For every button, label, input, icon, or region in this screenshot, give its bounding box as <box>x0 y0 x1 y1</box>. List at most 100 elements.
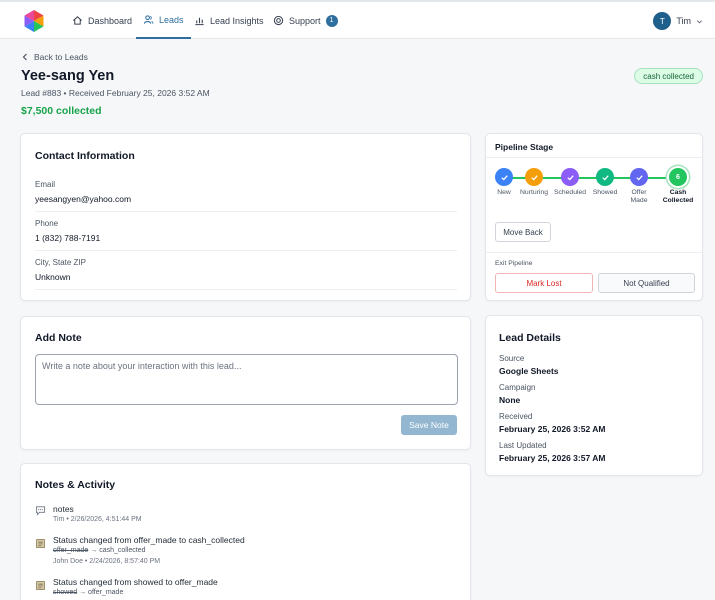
nav-leads[interactable]: Leads <box>136 2 191 39</box>
activity-text: notes <box>53 504 74 514</box>
activity-author: Tim • 2/26/2026, 4:51:44 PM <box>53 516 142 523</box>
detail-last-updated-label: Last Updated <box>499 441 547 450</box>
arrow-icon: → <box>90 547 98 554</box>
back-to-leads-label: Back to Leads <box>34 52 88 62</box>
activity-text: Status changed from showed to offer_made <box>53 577 218 587</box>
detail-campaign-value: None <box>499 395 521 405</box>
contact-city-field: City, State ZIP Unknown <box>35 258 457 290</box>
nav-lead-insights[interactable]: Lead Insights <box>194 2 264 39</box>
collected-amount: $7,500 collected <box>21 105 102 117</box>
lead-meta: Lead #883 • Received February 25, 2026 3… <box>21 88 210 98</box>
lead-details-title: Lead Details <box>499 332 561 344</box>
activity-text: Status changed from offer_made to cash_c… <box>53 535 245 545</box>
notes-activity-card: Notes & Activity notes Tim • 2/26/2026, … <box>20 463 471 600</box>
back-to-leads-link[interactable]: Back to Leads <box>22 52 88 62</box>
new-status: offer_made <box>88 589 124 596</box>
contact-information-card: Contact Information Email yeesangyen@yah… <box>20 133 471 301</box>
stage-offer-made-label: Offer Made <box>630 189 648 204</box>
avatar: T <box>653 12 672 30</box>
contact-city-label: City, State ZIP <box>35 258 86 267</box>
not-qualified-button[interactable]: Not Qualified <box>598 273 695 293</box>
chevron-down-icon <box>696 19 703 23</box>
user-menu[interactable]: T Tim <box>653 12 703 30</box>
old-status: showed <box>53 589 78 596</box>
stage-offer-made-dot <box>630 168 648 186</box>
status-badge: cash collected <box>634 68 703 84</box>
mark-lost-button[interactable]: Mark Lost <box>495 273 593 293</box>
notes-activity-title: Notes & Activity <box>35 479 116 491</box>
detail-source: Source Google Sheets <box>499 354 559 376</box>
nav-support[interactable]: Support 1 <box>273 2 338 39</box>
note-icon <box>36 581 45 590</box>
lead-details-card: Lead Details Source Google Sheets Campai… <box>485 315 703 476</box>
top-navigation: Dashboard Leads Lead Insights Support 1 … <box>0 0 715 39</box>
contact-phone-value: 1 (832) 788-7191 <box>35 233 101 243</box>
nav-lead-insights-label: Lead Insights <box>210 15 264 26</box>
app-logo-icon[interactable] <box>22 9 46 33</box>
nav-support-label: Support <box>289 15 321 26</box>
stage-scheduled[interactable]: Scheduled <box>550 168 590 197</box>
check-icon <box>500 174 508 180</box>
contact-information-title: Contact Information <box>35 150 135 162</box>
stage-offer-made[interactable]: Offer Made <box>620 168 658 205</box>
user-name: Tim <box>676 16 691 26</box>
users-icon <box>143 15 154 24</box>
contact-phone-label: Phone <box>35 219 59 228</box>
detail-source-value: Google Sheets <box>499 366 559 376</box>
detail-source-label: Source <box>499 354 525 363</box>
pipeline-stage-title: Pipeline Stage <box>486 134 702 158</box>
exit-pipeline-label: Exit Pipeline <box>495 260 533 267</box>
comment-icon <box>35 506 46 516</box>
nav-dashboard[interactable]: Dashboard <box>72 2 132 39</box>
detail-last-updated: Last Updated February 25, 2026 3:57 AM <box>499 441 605 463</box>
move-back-button[interactable]: Move Back <box>495 222 551 242</box>
stage-scheduled-label: Scheduled <box>553 189 587 196</box>
contact-email-label: Email <box>35 180 56 189</box>
activity-author: John Doe • 2/24/2026, 8:57:40 PM <box>53 558 161 565</box>
contact-email-field: Email yeesangyen@yahoo.com <box>35 180 457 212</box>
activity-status-change: offer_made → cash_collected <box>53 547 146 554</box>
detail-campaign: Campaign None <box>499 383 535 405</box>
stage-showed-label: Showed <box>592 189 618 196</box>
home-icon <box>73 16 82 25</box>
contact-email-value: yeesangyen@yahoo.com <box>35 194 132 204</box>
stage-cash-collected-dot: 6 <box>669 168 687 186</box>
stage-cash-collected-label: Cash Collected <box>662 189 694 204</box>
contact-phone-field: Phone 1 (832) 788-7191 <box>35 219 457 251</box>
stage-nurturing-label: Nurturing <box>520 189 548 196</box>
save-note-button[interactable]: Save Note <box>401 415 457 435</box>
check-icon <box>601 174 609 180</box>
new-status: cash_collected <box>99 547 146 554</box>
detail-received: Received February 25, 2026 3:52 AM <box>499 412 605 434</box>
page-title: Yee-sang Yen <box>21 68 115 84</box>
support-icon <box>273 15 284 26</box>
check-icon <box>530 174 538 180</box>
detail-received-label: Received <box>499 412 533 421</box>
add-note-title: Add Note <box>35 332 82 344</box>
check-icon <box>635 174 643 180</box>
stage-showed-dot <box>596 168 614 186</box>
contact-city-value: Unknown <box>35 272 71 282</box>
detail-received-value: February 25, 2026 3:52 AM <box>499 424 606 434</box>
chevron-left-icon <box>22 53 27 61</box>
divider <box>486 252 702 253</box>
note-textarea[interactable] <box>35 354 458 405</box>
stage-new-dot <box>495 168 513 186</box>
stage-cash-collected[interactable]: 6 Cash Collected <box>658 168 698 205</box>
stage-scheduled-dot <box>561 168 579 186</box>
detail-last-updated-value: February 25, 2026 3:57 AM <box>499 453 606 463</box>
support-count-badge: 1 <box>325 14 338 27</box>
nav-leads-label: Leads <box>159 14 184 25</box>
detail-campaign-label: Campaign <box>499 383 536 392</box>
stage-nurturing[interactable]: Nurturing <box>514 168 554 197</box>
check-icon <box>566 174 574 180</box>
stage-showed[interactable]: Showed <box>585 168 625 197</box>
activity-status-change: showed → offer_made <box>53 589 123 596</box>
pipeline-stage-card: Pipeline Stage New Nurturing Scheduled S… <box>485 133 703 301</box>
arrow-icon: → <box>79 589 87 596</box>
nav-dashboard-label: Dashboard <box>88 15 133 26</box>
old-status: offer_made <box>53 547 89 554</box>
stage-nurturing-dot <box>525 168 543 186</box>
note-icon <box>36 539 45 548</box>
chart-icon <box>195 17 204 26</box>
